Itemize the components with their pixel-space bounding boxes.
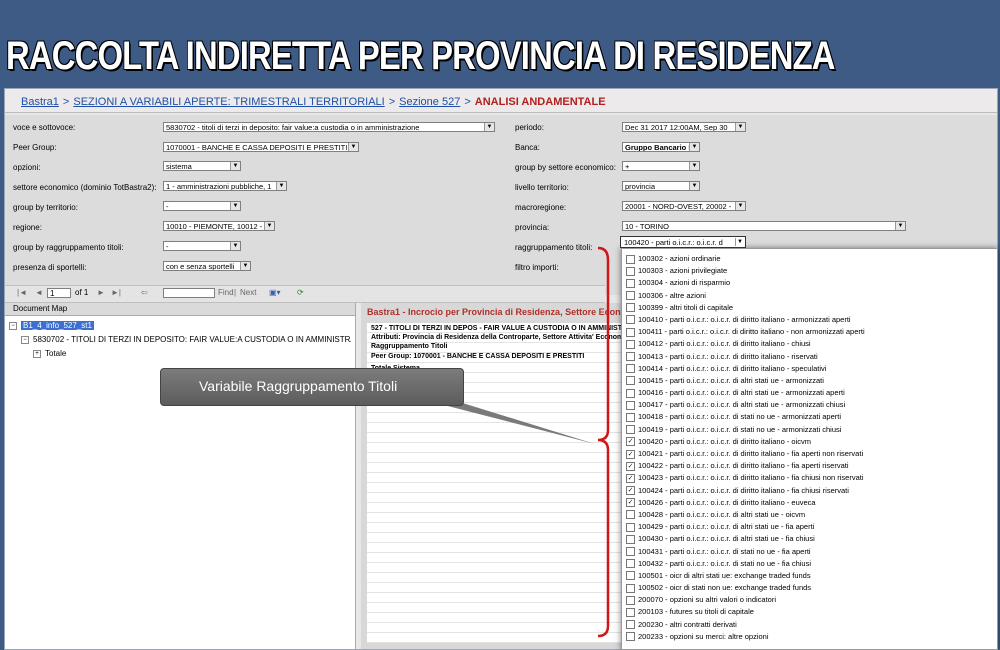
callout-label: Variabile Raggruppamento Titoli xyxy=(160,368,464,406)
annotation-overlay xyxy=(440,246,610,638)
chevron-down-icon: ▼ xyxy=(735,238,744,246)
bracket-annotation xyxy=(597,246,610,638)
raggruppamento-value: 100420 - parti o.i.c.r.: o.i.c.r. d xyxy=(624,238,723,247)
raggruppamento-select[interactable]: 100420 - parti o.i.c.r.: o.i.c.r. d ▼ xyxy=(620,236,746,248)
